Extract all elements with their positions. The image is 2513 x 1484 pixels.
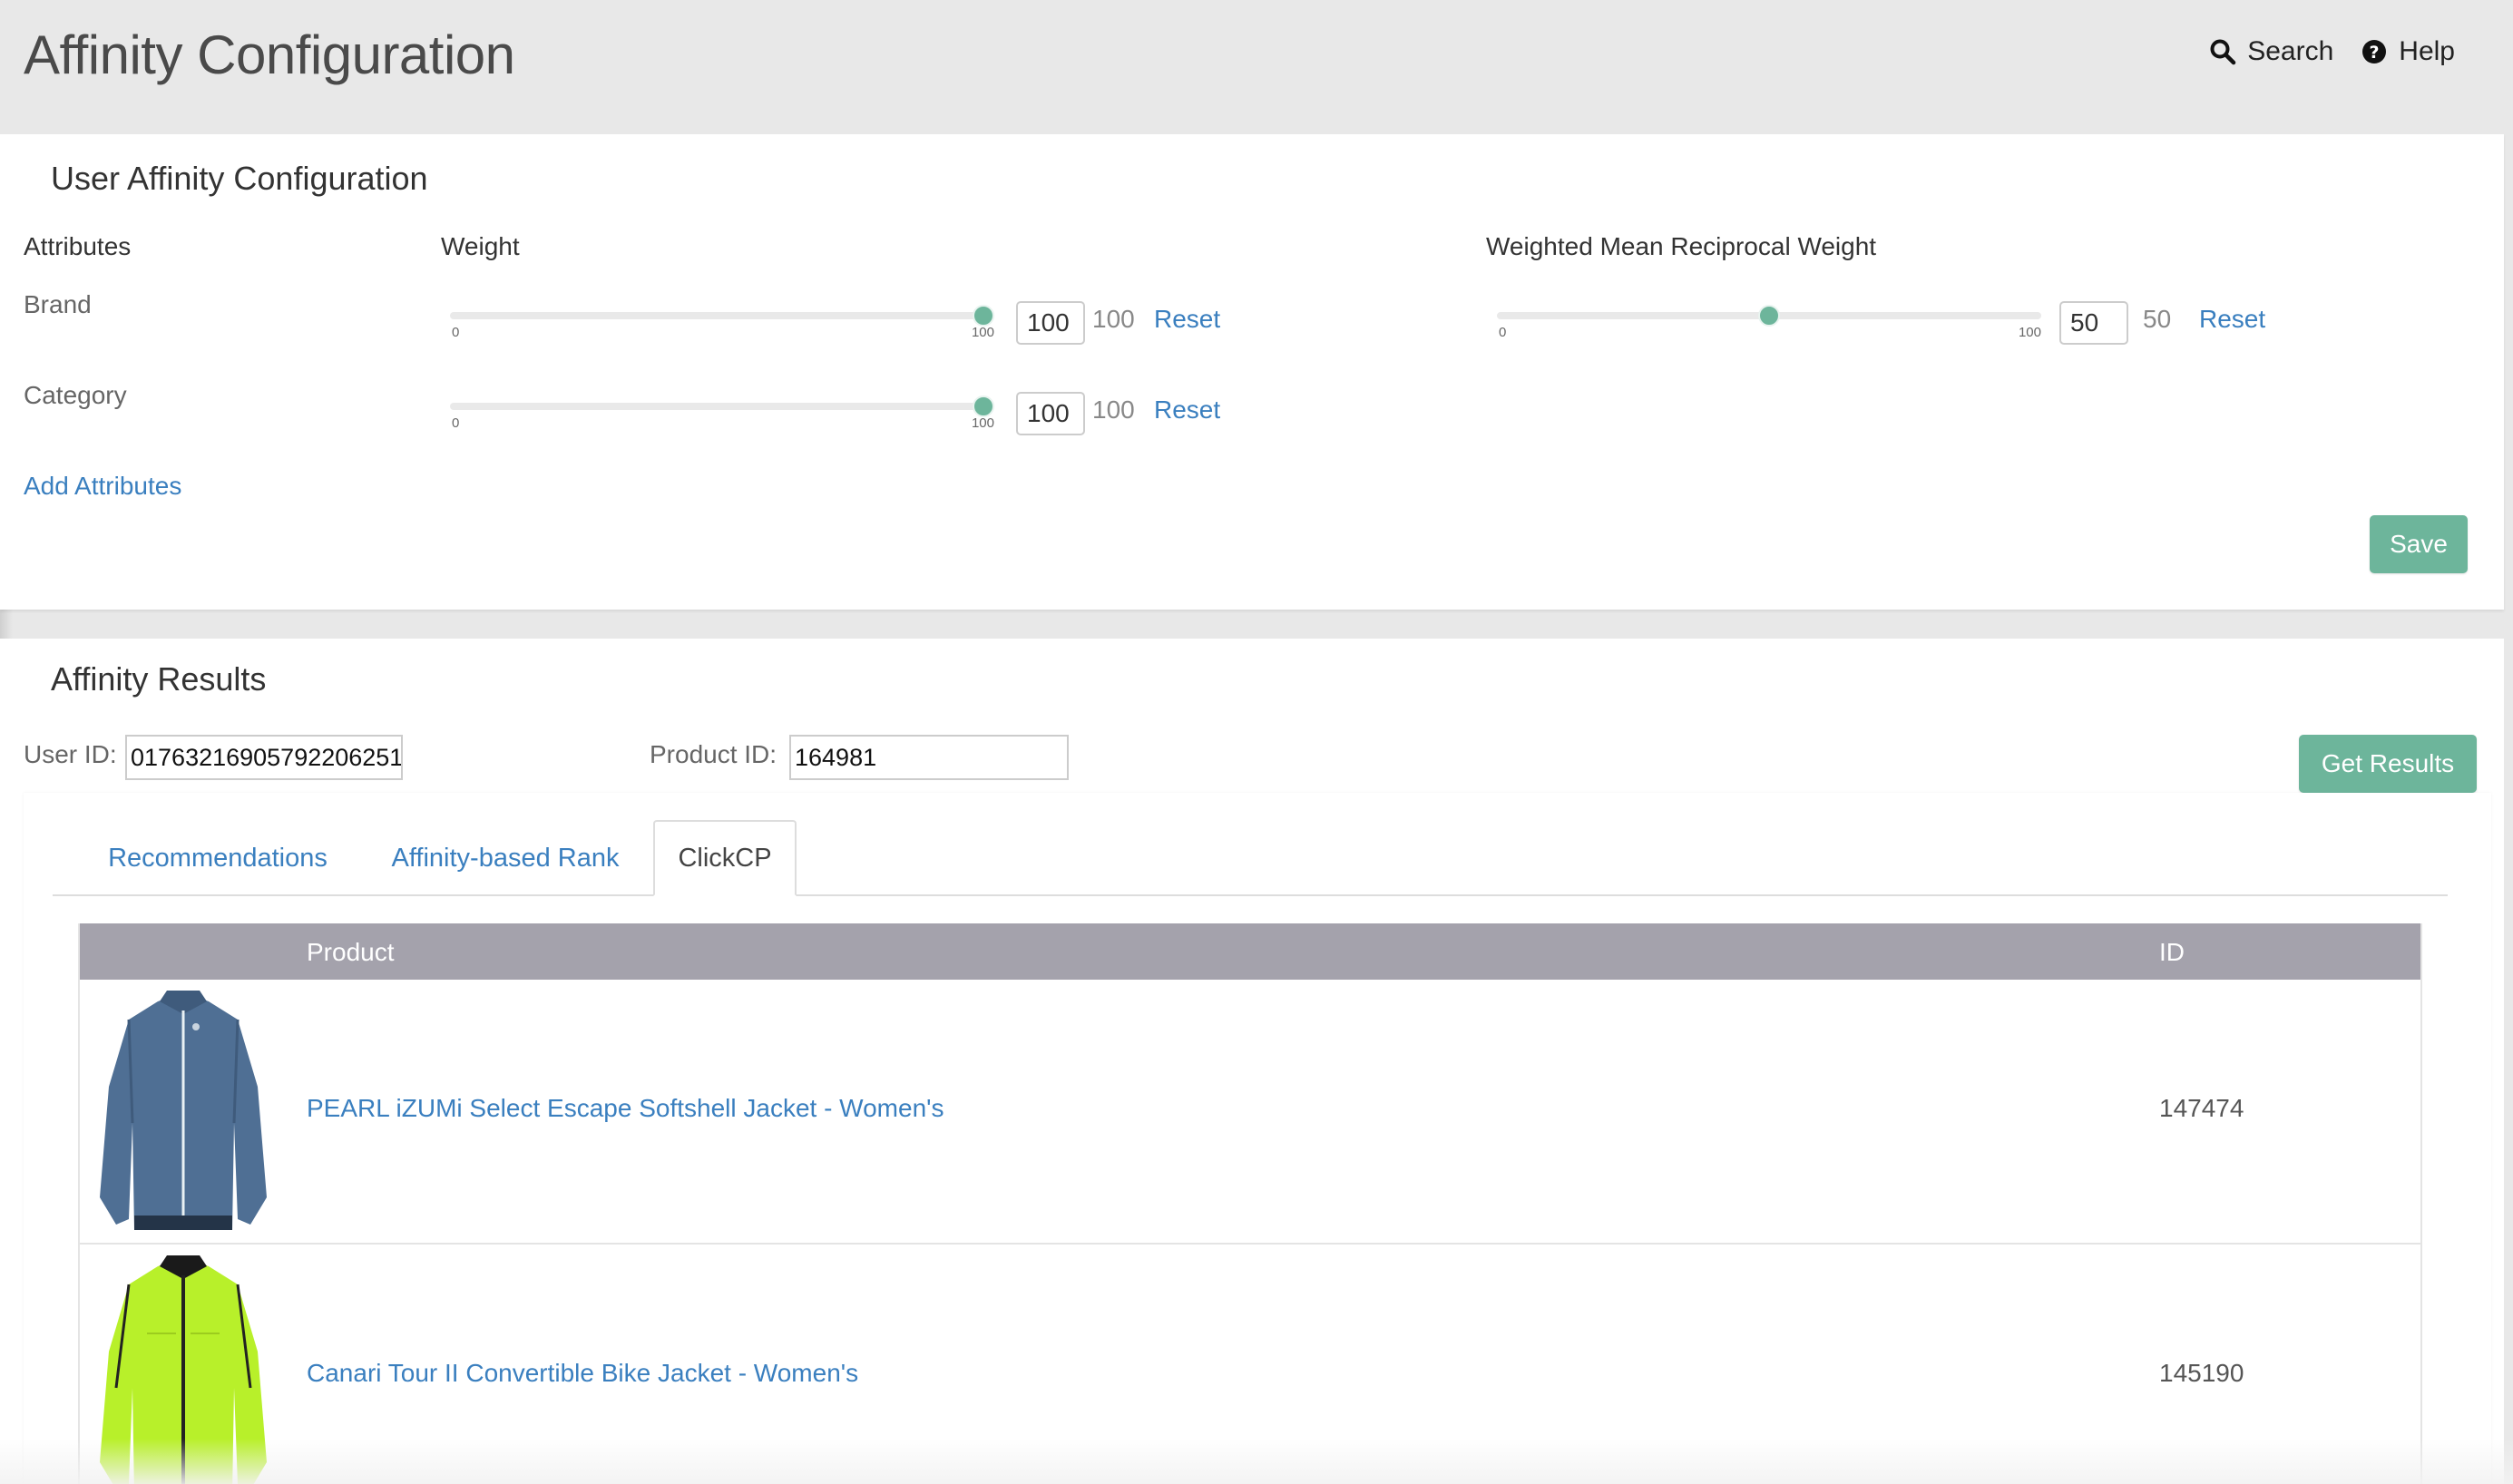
column-header-id: ID xyxy=(2159,938,2185,966)
category-weight-slider[interactable]: 0 100 xyxy=(450,392,994,432)
save-button[interactable]: Save xyxy=(2370,515,2468,573)
product-image-blue-jacket xyxy=(100,991,267,1230)
brand-weight-value: 100 xyxy=(1092,305,1135,333)
user-id-label: User ID: xyxy=(24,740,117,768)
product-link[interactable]: PEARL iZUMi Select Escape Softshell Jack… xyxy=(307,1094,944,1123)
wmrw-column-header: Weighted Mean Reciprocal Weight xyxy=(1486,232,1877,260)
get-results-button[interactable]: Get Results xyxy=(2299,735,2477,793)
product-id-input[interactable]: 164981 xyxy=(789,735,1069,780)
add-attributes-link[interactable]: Add Attributes xyxy=(24,472,181,501)
attribute-label-brand: Brand xyxy=(24,290,92,318)
slider-track[interactable] xyxy=(450,403,994,410)
slider-min-label: 0 xyxy=(452,325,460,340)
user-id-input[interactable]: 017632169057922062512 xyxy=(125,735,403,780)
category-weight-input[interactable]: 100 xyxy=(1016,392,1085,435)
brand-weight-reset-link[interactable]: Reset xyxy=(1154,305,1220,334)
help-button[interactable]: ? Help xyxy=(2361,36,2455,67)
category-weight-value: 100 xyxy=(1092,395,1135,424)
brand-wmrw-slider[interactable]: 0 100 xyxy=(1497,301,2041,341)
slider-handle[interactable] xyxy=(973,395,994,417)
results-title: Affinity Results xyxy=(51,660,267,698)
category-weight-reset-link[interactable]: Reset xyxy=(1154,395,1220,425)
search-button[interactable]: Search xyxy=(2209,36,2333,67)
slider-handle[interactable] xyxy=(1758,305,1780,327)
attribute-label-category: Category xyxy=(24,381,127,409)
help-icon: ? xyxy=(2362,40,2387,63)
product-id-label: Product ID: xyxy=(650,740,777,768)
attributes-column-header: Attributes xyxy=(24,232,132,260)
product-id-cell: 145190 xyxy=(2159,1359,2244,1387)
search-icon xyxy=(2210,39,2236,65)
bottom-fade xyxy=(0,1439,2513,1484)
tab-clickcp[interactable]: ClickCP xyxy=(653,820,797,896)
app-header: Affinity Configuration Search ? Help xyxy=(0,0,2513,134)
brand-weight-input[interactable]: 100 xyxy=(1016,301,1085,345)
tab-recommendations[interactable]: Recommendations xyxy=(94,820,341,896)
weight-column-header: Weight xyxy=(441,232,520,260)
column-header-product: Product xyxy=(307,938,395,966)
slider-track[interactable] xyxy=(450,312,994,319)
brand-weight-slider[interactable]: 0 100 xyxy=(450,301,994,341)
table-header: Product ID xyxy=(80,923,2420,980)
slider-min-label: 0 xyxy=(452,415,460,431)
table-row: PEARL iZUMi Select Escape Softshell Jack… xyxy=(80,980,2420,1245)
slider-min-label: 0 xyxy=(1499,325,1507,340)
brand-wmrw-value: 50 xyxy=(2143,305,2172,333)
brand-wmrw-input[interactable]: 50 xyxy=(2059,301,2128,345)
tab-affinity-based-rank[interactable]: Affinity-based Rank xyxy=(372,820,639,896)
results-table: Product ID PEARL iZUMi Select Escape Sof… xyxy=(78,923,2422,1484)
header-actions: Search ? Help xyxy=(2209,36,2455,67)
slider-handle[interactable] xyxy=(973,305,994,327)
page-title: Affinity Configuration xyxy=(24,24,515,85)
svg-text:?: ? xyxy=(2370,43,2380,63)
product-id-cell: 147474 xyxy=(2159,1094,2244,1122)
slider-max-label: 100 xyxy=(971,325,994,340)
search-label: Search xyxy=(2247,36,2334,66)
help-label: Help xyxy=(2399,36,2455,66)
product-link[interactable]: Canari Tour II Convertible Bike Jacket -… xyxy=(307,1359,858,1388)
slider-max-label: 100 xyxy=(2018,325,2041,340)
user-affinity-config-panel: User Affinity Configuration Attributes W… xyxy=(0,134,2504,610)
config-title: User Affinity Configuration xyxy=(51,160,428,197)
slider-max-label: 100 xyxy=(971,415,994,431)
brand-wmrw-reset-link[interactable]: Reset xyxy=(2199,305,2265,334)
